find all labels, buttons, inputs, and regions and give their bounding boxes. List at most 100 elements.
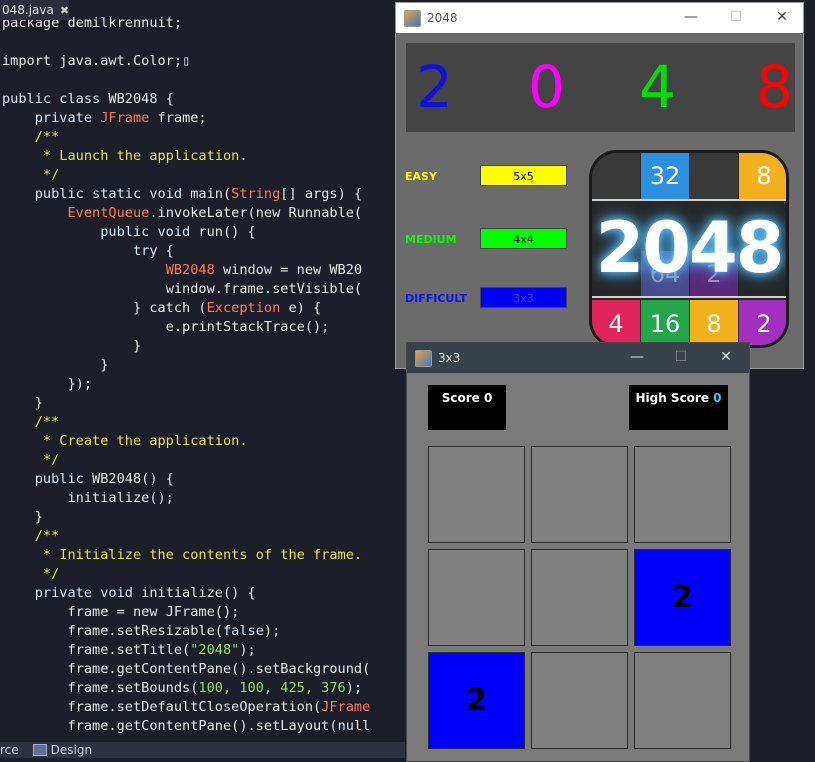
code-token: /** bbox=[2, 528, 60, 544]
editor-tab-label: 048.java bbox=[2, 3, 54, 17]
code-line[interactable]: frame.setResizable(false); bbox=[2, 623, 280, 639]
banner-digit: 2 bbox=[416, 53, 453, 121]
minimize-button[interactable]: — bbox=[627, 349, 647, 365]
code-line[interactable]: try { bbox=[2, 243, 174, 259]
code-line[interactable]: } bbox=[2, 338, 141, 354]
score-label: Score bbox=[441, 391, 480, 405]
code-line[interactable]: public class WB2048 { bbox=[2, 91, 174, 107]
code-token: JFrame bbox=[100, 110, 150, 126]
code-line[interactable]: public static void main(String[] args) { bbox=[2, 186, 362, 202]
code-token: frame.setResizable( bbox=[2, 623, 223, 639]
code-token: * Initialize the contents of the frame. bbox=[2, 547, 363, 563]
logo-tile: 8 bbox=[690, 300, 738, 345]
code-token: public class bbox=[2, 91, 109, 107]
code-token: [] args) { bbox=[280, 186, 363, 202]
code-text[interactable]: package demilkrennuit; import java.awt.C… bbox=[2, 14, 370, 736]
code-token: */ bbox=[2, 167, 60, 183]
close-button[interactable]: ✕ bbox=[772, 9, 792, 25]
titlebar-3x3[interactable]: 3x3 — ☐ ✕ bbox=[407, 343, 749, 373]
minimize-button[interactable]: — bbox=[681, 9, 701, 25]
easy-button[interactable]: 5x5 bbox=[480, 165, 567, 186]
code-line[interactable]: /** bbox=[2, 129, 60, 145]
code-line[interactable]: WB2048 window = new WB20 bbox=[2, 262, 362, 278]
code-line[interactable]: private JFrame frame; bbox=[2, 110, 207, 126]
code-line[interactable]: } bbox=[2, 357, 108, 373]
window-2048: 2048 — ☐ ✕ 2 0 4 8 EASY 5x5 MEDIUM 4x4 D… bbox=[395, 2, 804, 369]
level-label-difficult: DIFFICULT bbox=[405, 292, 468, 305]
code-line[interactable]: frame.getContentPane().setLayout(null bbox=[2, 718, 370, 734]
source-tab[interactable]: rce bbox=[0, 743, 19, 757]
code-line[interactable]: window.frame.setVisible( bbox=[2, 281, 362, 297]
design-icon bbox=[32, 744, 47, 756]
code-line[interactable]: public void run() { bbox=[2, 224, 256, 240]
code-line[interactable]: public WB2048() { bbox=[2, 471, 174, 487]
code-token: ); bbox=[239, 642, 256, 658]
window-3x3: 3x3 — ☐ ✕ Score 0 High Score 0 2 2 bbox=[406, 342, 750, 762]
code-line[interactable]: * Create the application. bbox=[2, 433, 248, 449]
code-line[interactable]: import java.awt.Color;▯ bbox=[2, 53, 190, 69]
code-line[interactable]: /** bbox=[2, 528, 60, 544]
code-token: frame.setDefaultCloseOperation( bbox=[2, 699, 322, 715]
code-line[interactable]: */ bbox=[2, 167, 59, 183]
code-line[interactable]: frame.setBounds(100, 100, 425, 376); bbox=[2, 680, 362, 696]
code-line[interactable]: /** bbox=[2, 414, 60, 430]
logo-tile bbox=[592, 153, 640, 199]
code-token: Exception bbox=[206, 300, 281, 316]
code-token: initialize(); bbox=[2, 490, 174, 506]
code-token: WB2048() { bbox=[92, 471, 174, 487]
code-token: } bbox=[2, 395, 43, 411]
code-line[interactable]: frame = new JFrame(); bbox=[2, 604, 239, 620]
code-token: e) { bbox=[280, 300, 322, 316]
code-token: } bbox=[2, 509, 43, 525]
code-token: frame.setBounds( bbox=[2, 680, 199, 696]
high-score-value: 0 bbox=[713, 391, 722, 405]
code-line[interactable]: */ bbox=[2, 566, 59, 582]
code-token: private bbox=[2, 110, 101, 126]
code-token: * Create the application. bbox=[2, 433, 248, 449]
code-line[interactable]: frame.setTitle("2048"); bbox=[2, 642, 256, 658]
medium-button[interactable]: 4x4 bbox=[480, 228, 567, 249]
close-button[interactable]: ✕ bbox=[716, 349, 736, 365]
code-token: import java.awt.Color; bbox=[2, 53, 183, 69]
code-line[interactable]: }); bbox=[2, 376, 92, 392]
code-line[interactable]: frame.setDefaultCloseOperation(JFrame bbox=[2, 699, 370, 715]
code-line[interactable]: frame.getContentPane().setBackground( bbox=[2, 661, 370, 677]
design-tab[interactable]: Design bbox=[27, 743, 92, 757]
editor-tab[interactable]: 048.java ✖ bbox=[0, 0, 70, 20]
code-token: try { bbox=[2, 243, 174, 259]
code-token: frame; bbox=[149, 110, 207, 126]
score-box: Score 0 bbox=[428, 385, 506, 430]
code-line[interactable]: * Launch the application. bbox=[2, 148, 248, 164]
code-line[interactable]: initialize(); bbox=[2, 490, 174, 506]
grid-cell bbox=[531, 652, 628, 749]
close-icon[interactable]: ✖ bbox=[60, 4, 69, 17]
banner-digit: 0 bbox=[528, 53, 565, 121]
code-token: public static void bbox=[2, 186, 191, 202]
code-token: EventQueue bbox=[67, 205, 150, 221]
logo-tile: 2 bbox=[739, 300, 786, 345]
code-line[interactable]: } bbox=[2, 395, 43, 411]
code-line[interactable]: EventQueue.invokeLater(new Runnable( bbox=[2, 205, 362, 221]
code-token: public void bbox=[2, 224, 199, 240]
code-token: */ bbox=[2, 452, 60, 468]
code-token: ); bbox=[263, 623, 281, 639]
code-line[interactable]: */ bbox=[2, 452, 59, 468]
code-line[interactable]: } catch (Exception e) { bbox=[2, 300, 321, 316]
code-token: frame.setTitle( bbox=[2, 642, 191, 658]
code-token: String bbox=[231, 186, 281, 202]
code-line[interactable]: * Initialize the contents of the frame. bbox=[2, 547, 362, 563]
titlebar-2048[interactable]: 2048 — ☐ ✕ bbox=[396, 3, 803, 33]
maximize-button[interactable]: ☐ bbox=[726, 9, 746, 25]
code-line[interactable]: private void initialize() { bbox=[2, 585, 256, 601]
code-line[interactable]: } bbox=[2, 509, 43, 525]
code-token: private void bbox=[2, 585, 142, 601]
maximize-button[interactable]: ☐ bbox=[671, 349, 691, 365]
grid-cell: 2 bbox=[634, 549, 731, 646]
code-line[interactable]: e.printStackTrace(); bbox=[2, 319, 330, 335]
code-token: WB2048 bbox=[108, 91, 158, 107]
code-token: "2048" bbox=[190, 642, 240, 658]
difficult-button[interactable]: 3x3 bbox=[480, 287, 567, 308]
code-token: .invokeLater(new Runnable( bbox=[149, 205, 363, 221]
